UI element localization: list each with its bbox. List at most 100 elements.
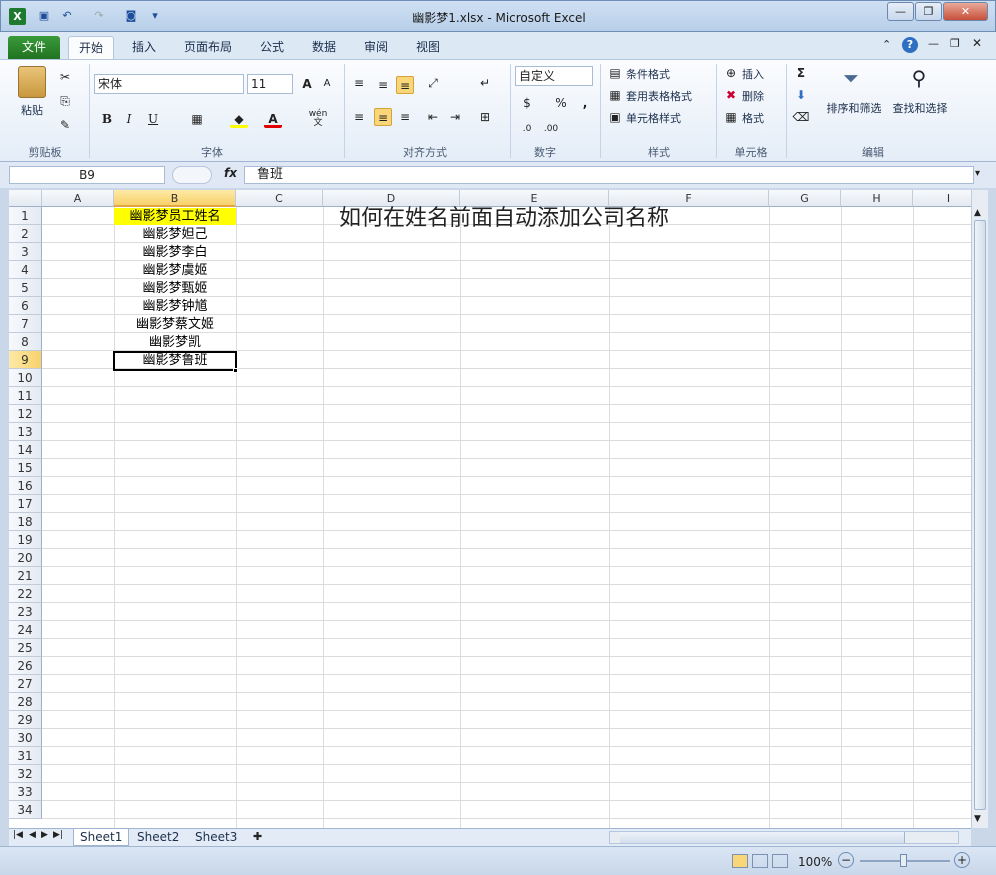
row-header[interactable]: 21 [9,567,42,585]
name-box[interactable]: B9 [9,166,165,184]
fill-handle[interactable] [233,368,238,373]
row-header[interactable]: 29 [9,711,42,729]
grow-font-icon[interactable]: A [298,75,316,93]
font-name-select[interactable]: 宋体 [94,74,244,94]
row-header[interactable]: 33 [9,783,42,801]
shrink-font-icon[interactable]: A [318,75,336,93]
formula-input[interactable]: 鲁班 [244,166,974,184]
column-header-g[interactable]: G [769,190,841,207]
cell-b5[interactable]: 幽影梦甄姬 [114,280,236,298]
hscroll-thumb[interactable] [620,832,905,843]
conditional-format-icon[interactable]: ▤ [606,64,624,82]
maximize-button[interactable]: ❐ [915,2,942,21]
row-header[interactable]: 12 [9,405,42,423]
row-header[interactable]: 26 [9,657,42,675]
prev-sheet-icon[interactable]: ◀ [29,830,36,840]
sheet-tab-3[interactable]: Sheet3 [189,829,243,846]
sheet-tab-1[interactable]: Sheet1 [73,829,130,846]
row-header[interactable]: 5 [9,279,42,297]
accounting-format-icon[interactable]: $ [518,94,536,112]
format-painter-icon[interactable]: ✎ [56,116,74,134]
worksheet-grid[interactable]: A B C D E F G H I 1 2 3 4 5 6 7 8 9 10 11 12 13 14 15 1… [9,190,971,828]
normal-view-icon[interactable] [732,854,748,868]
row-header[interactable]: 13 [9,423,42,441]
cell-b4[interactable]: 幽影梦虞姬 [114,262,236,280]
vertical-scrollbar[interactable]: ▲ ▼ [971,190,988,828]
format-cells-icon[interactable]: ▦ [722,108,740,126]
find-select-icon[interactable]: ⚲ [904,66,934,96]
help-icon[interactable]: ? [902,37,918,53]
merge-center-icon[interactable]: ⊞ [476,108,494,126]
cell-styles-button[interactable]: 单元格样式 [626,110,681,126]
cell-b2[interactable]: 幽影梦妲己 [114,226,236,244]
format-table-icon[interactable]: ▦ [606,86,624,104]
tab-insert[interactable]: 插入 [122,36,166,59]
last-sheet-icon[interactable]: ▶| [53,830,63,840]
fill-icon[interactable]: ⬇ [792,86,810,104]
row-header[interactable]: 19 [9,531,42,549]
first-sheet-icon[interactable]: |◀ [13,830,23,840]
column-header-f[interactable]: F [609,190,769,207]
scroll-thumb[interactable] [974,220,986,810]
zoom-out-icon[interactable]: − [838,852,854,868]
tab-view[interactable]: 视图 [406,36,450,59]
increase-indent-icon[interactable]: ⇥ [446,108,464,126]
delete-cells-button[interactable]: 删除 [742,88,764,104]
horizontal-scrollbar[interactable] [609,831,959,844]
comma-button[interactable]: , [576,94,594,112]
row-header[interactable]: 30 [9,729,42,747]
increase-decimal-icon[interactable]: .0 [518,120,536,138]
select-all-corner[interactable] [9,190,42,207]
insert-cells-icon[interactable]: ⊕ [722,64,740,82]
row-header[interactable]: 7 [9,315,42,333]
row-header[interactable]: 25 [9,639,42,657]
sheet-heading-text[interactable]: 如何在姓名前面自动添加公司名称 [339,206,759,232]
paste-icon[interactable] [18,66,46,98]
zoom-slider-thumb[interactable] [900,854,907,867]
page-layout-view-icon[interactable] [752,854,768,868]
row-header[interactable]: 32 [9,765,42,783]
clear-icon[interactable]: ⌫ [792,108,810,126]
row-header[interactable]: 1 [9,207,42,225]
decrease-decimal-icon[interactable]: .00 [542,120,560,138]
row-header[interactable]: 4 [9,261,42,279]
tab-home[interactable]: 开始 [68,36,115,59]
row-header[interactable]: 28 [9,693,42,711]
column-header-h[interactable]: H [841,190,913,207]
cut-icon[interactable]: ✂ [56,68,74,86]
align-left-icon[interactable]: ≡ [350,108,368,126]
scroll-down-icon[interactable]: ▼ [974,814,981,824]
sort-filter-icon[interactable]: ⏷ [836,66,866,96]
fill-color-icon[interactable]: ◆ [230,110,248,128]
cell-b9-selected[interactable]: 幽影梦鲁班 [113,351,237,371]
close-button[interactable]: ✕ [943,2,988,21]
row-header[interactable]: 23 [9,603,42,621]
align-bottom-icon[interactable]: ≡ [396,76,414,94]
align-middle-icon[interactable]: ≡ [374,76,392,94]
delete-cells-icon[interactable]: ✖ [722,86,740,104]
row-header[interactable]: 3 [9,243,42,261]
scroll-up-icon[interactable]: ▲ [974,208,981,218]
align-right-icon[interactable]: ≡ [396,108,414,126]
page-break-view-icon[interactable] [772,854,788,868]
cell-b7[interactable]: 幽影梦蔡文姬 [114,316,236,334]
row-header[interactable]: 17 [9,495,42,513]
font-color-icon[interactable]: A [264,110,282,128]
collapse-ribbon-icon[interactable]: ⌃ [882,38,891,51]
row-header[interactable]: 16 [9,477,42,495]
row-header[interactable]: 6 [9,297,42,315]
autosum-button[interactable]: Σ [792,64,810,82]
tab-formulas[interactable]: 公式 [250,36,294,59]
column-header-c[interactable]: C [236,190,323,207]
phonetic-button[interactable]: wén 文 [304,110,332,128]
row-header[interactable]: 20 [9,549,42,567]
conditional-format-button[interactable]: 条件格式 [626,66,670,82]
row-header[interactable]: 22 [9,585,42,603]
align-center-icon[interactable]: ≡ [374,108,392,126]
row-header[interactable]: 15 [9,459,42,477]
column-header-i[interactable]: I [913,190,971,207]
tab-data[interactable]: 数据 [302,36,346,59]
zoom-in-icon[interactable]: + [954,852,970,868]
format-cells-button[interactable]: 格式 [742,110,764,126]
insert-sheet-icon[interactable]: ✚ [253,830,262,843]
